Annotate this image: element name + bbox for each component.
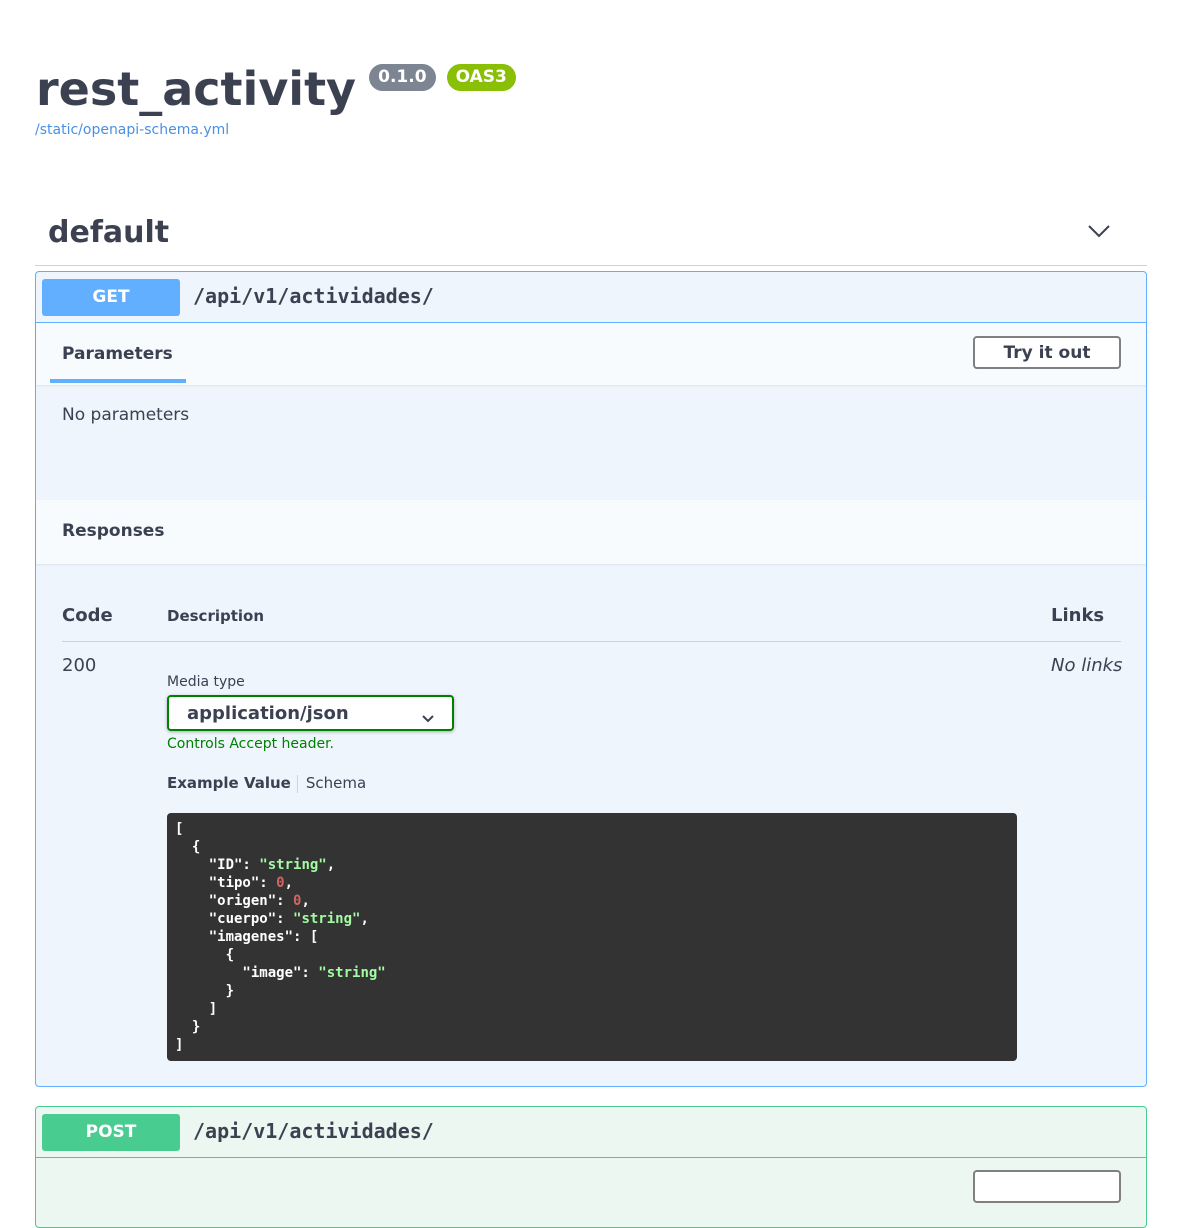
chevron-down-icon — [422, 708, 434, 727]
punct-token: "imagenes": [ — [175, 929, 319, 945]
punct-token: ] — [175, 1037, 184, 1053]
method-badge-get: GET — [42, 279, 180, 316]
code-line: { — [175, 946, 1009, 964]
media-type-select[interactable]: application/json — [167, 695, 454, 731]
try-it-out-button[interactable]: Try it out — [973, 336, 1121, 369]
code-line: ] — [175, 1000, 1009, 1018]
responses-header: Responses — [36, 500, 1146, 564]
media-type-value: application/json — [187, 703, 349, 724]
info-header: rest_activity 0.1.0 OAS3 — [36, 52, 516, 126]
schema-link[interactable]: /static/openapi-schema.yml — [35, 122, 229, 138]
code-line: "origen": 0, — [175, 892, 1009, 910]
tab-parameters[interactable]: Parameters — [62, 344, 173, 364]
version-badge: 0.1.0 — [369, 64, 436, 91]
tab-schema[interactable]: Schema — [306, 774, 366, 792]
endpoint-path: /api/v1/actividades/ — [193, 284, 434, 308]
try-it-out-button[interactable] — [973, 1170, 1121, 1203]
no-links-text: No links — [1051, 655, 1123, 676]
punct-token: , — [284, 875, 294, 891]
tab-active-indicator — [50, 379, 186, 383]
punct-token: ] — [175, 1001, 218, 1017]
column-header-links: Links — [1051, 605, 1105, 626]
opblock-summary[interactable]: GET /api/v1/actividades/ — [36, 272, 1146, 323]
opblock-post-actividades: POST /api/v1/actividades/ — [35, 1106, 1147, 1228]
punct-token: } — [175, 983, 235, 999]
api-title: rest_activity — [36, 62, 357, 116]
code-line: "cuerpo": "string", — [175, 910, 1009, 928]
punct-token: { — [175, 947, 235, 963]
punct-token: "origen": — [175, 893, 294, 909]
example-tabs: Example Value Schema — [167, 774, 366, 793]
code-line: "ID": "string", — [175, 856, 1009, 874]
number-token: 0 — [276, 875, 285, 891]
column-header-description: Description — [167, 607, 265, 625]
punct-token: [ — [175, 821, 184, 837]
oas-badge: OAS3 — [446, 64, 516, 91]
string-token: "string" — [318, 965, 386, 981]
tab-divider — [296, 774, 298, 793]
punct-token: , — [301, 893, 310, 909]
punct-token: { — [175, 839, 201, 855]
punct-token: , — [360, 911, 369, 927]
opblock-get-actividades: GET /api/v1/actividades/ Parameters Try … — [35, 271, 1147, 1087]
example-value-code[interactable]: [ { "ID": "string", "tipo": 0, "origen":… — [167, 813, 1017, 1061]
string-token: "string" — [293, 911, 361, 927]
punct-token: "tipo": — [175, 875, 277, 891]
code-line: } — [175, 982, 1009, 1000]
code-line: "tipo": 0, — [175, 874, 1009, 892]
opblock-summary[interactable]: POST /api/v1/actividades/ — [36, 1107, 1146, 1158]
controls-accept-note: Controls Accept header. — [167, 736, 335, 752]
code-line: [ — [175, 820, 1009, 838]
tag-section-default[interactable]: default — [35, 207, 1147, 266]
code-line: "image": "string" — [175, 964, 1009, 982]
endpoint-path: /api/v1/actividades/ — [193, 1119, 434, 1143]
code-line: ] — [175, 1036, 1009, 1054]
method-badge-post: POST — [42, 1114, 180, 1151]
responses-title: Responses — [62, 521, 165, 541]
string-token: "string" — [259, 857, 327, 873]
column-header-code: Code — [62, 605, 113, 626]
punct-token: "image": — [175, 965, 319, 981]
punct-token: "ID": — [175, 857, 260, 873]
chevron-down-icon[interactable] — [1087, 223, 1111, 243]
parameters-header: Parameters Try it out — [36, 323, 1146, 385]
punct-token: } — [175, 1019, 201, 1035]
tag-title: default — [48, 215, 170, 250]
tab-example-value[interactable]: Example Value — [167, 774, 291, 792]
punct-token: "cuerpo": — [175, 911, 294, 927]
code-line: "imagenes": [ — [175, 928, 1009, 946]
no-parameters-text: No parameters — [62, 405, 190, 425]
table-divider — [62, 641, 1121, 642]
media-type-label: Media type — [167, 674, 245, 690]
code-line: { — [175, 838, 1009, 856]
punct-token: , — [326, 857, 336, 873]
response-code: 200 — [62, 655, 97, 676]
code-line: } — [175, 1018, 1009, 1036]
